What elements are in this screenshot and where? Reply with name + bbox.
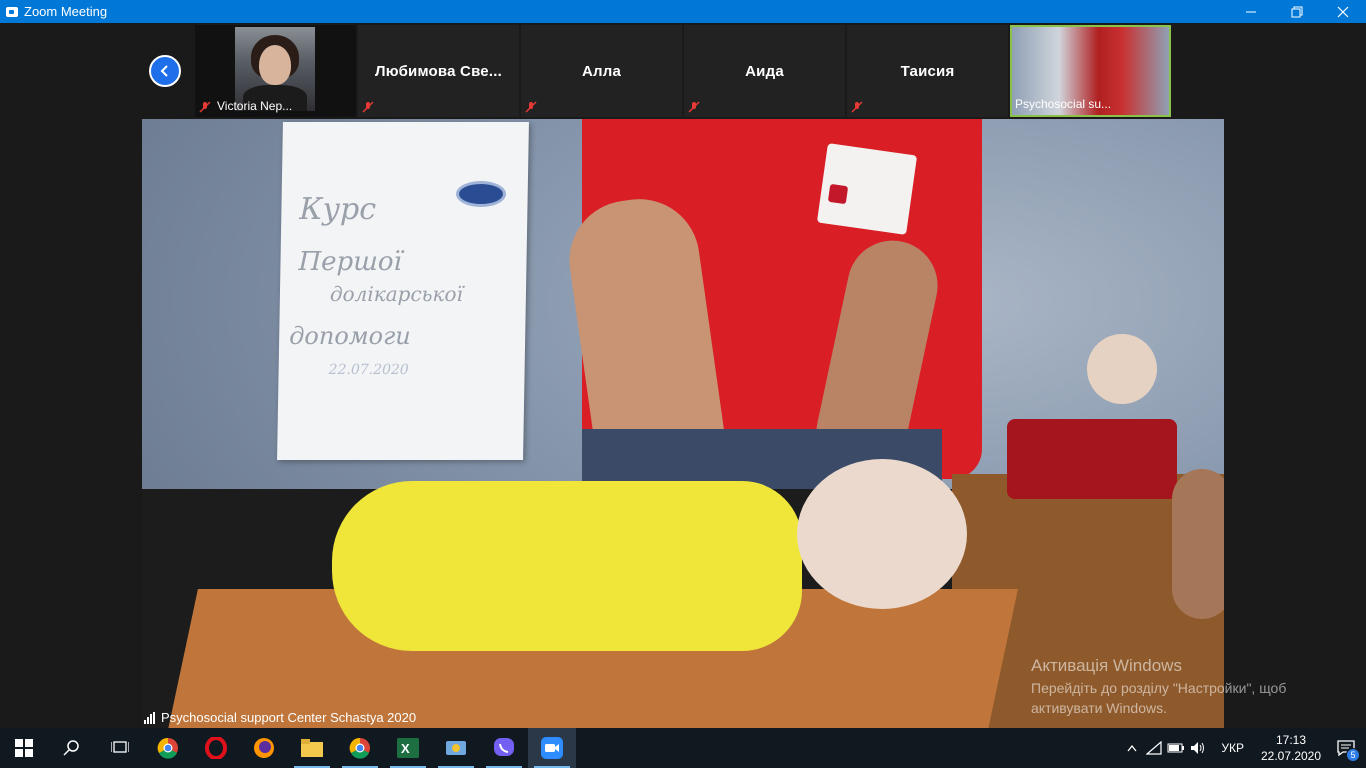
- previous-participants-button[interactable]: [149, 55, 181, 87]
- taskbar-app-excel[interactable]: X: [384, 728, 432, 768]
- muted-mic-icon: [362, 101, 374, 113]
- board-text: допомоги: [288, 322, 411, 350]
- board-text: долікарської: [329, 282, 464, 306]
- muted-mic-icon: [688, 101, 700, 113]
- muted-mic-icon: [525, 101, 537, 113]
- chevron-up-icon: [1127, 744, 1137, 752]
- participant-name: Victoria Nep...: [217, 99, 293, 113]
- participant-tile[interactable]: Любимова Све...: [358, 25, 519, 117]
- battery-button[interactable]: [1165, 728, 1187, 768]
- firefox-icon: [254, 738, 274, 758]
- task-view-button[interactable]: [96, 728, 144, 768]
- muted-mic-icon: [851, 101, 863, 113]
- volume-button[interactable]: [1187, 728, 1209, 768]
- participant-name: Любимова Све...: [375, 62, 502, 80]
- participant-strip: Victoria Nep... Любимова Све... Алла Аид…: [195, 25, 1171, 119]
- clock-date: 22.07.2020: [1260, 749, 1322, 763]
- meeting-stage: Victoria Nep... Любимова Све... Алла Аид…: [0, 23, 1366, 728]
- start-button[interactable]: [0, 728, 48, 768]
- board-text: Першої: [298, 247, 403, 277]
- zoom-app-icon: [6, 6, 18, 17]
- battery-icon: [1167, 743, 1185, 753]
- connection-signal-icon: [144, 711, 155, 724]
- taskbar-app-zoom[interactable]: [528, 728, 576, 768]
- activation-title: Активація Windows: [1031, 656, 1182, 675]
- taskbar-app-control-panel[interactable]: [432, 728, 480, 768]
- chrome-icon: [157, 737, 178, 759]
- windows-activation-watermark: Активація Windows Перейдіть до розділу "…: [1031, 656, 1286, 716]
- search-button[interactable]: [48, 728, 96, 768]
- window-title: Zoom Meeting: [24, 4, 108, 19]
- window-controls: [1228, 0, 1366, 23]
- viber-icon: [494, 738, 514, 756]
- close-icon: [1337, 6, 1349, 17]
- title-bar: Zoom Meeting: [0, 0, 1366, 23]
- clock[interactable]: 17:13 22.07.2020: [1256, 732, 1326, 764]
- active-speaker-tile[interactable]: Psychosocial su...: [1010, 25, 1171, 117]
- participant-tile[interactable]: Аида: [684, 25, 845, 117]
- participant-tile[interactable]: Таисия: [847, 25, 1008, 117]
- zoom-icon: [541, 737, 563, 759]
- minimize-button[interactable]: [1228, 0, 1274, 23]
- search-icon: [63, 740, 79, 756]
- speaker-label: Psychosocial support Center Schastya 202…: [144, 710, 416, 725]
- participant-name: Psychosocial su...: [1015, 97, 1112, 111]
- minimize-icon: [1246, 11, 1256, 12]
- infant-manikin-body: [332, 481, 802, 651]
- activation-text: Перейдіть до розділу "Настройки", щоб: [1031, 680, 1287, 696]
- participant-name: Аида: [745, 62, 784, 80]
- action-center-button[interactable]: 5: [1326, 728, 1366, 768]
- taskbar-app-chrome[interactable]: [144, 728, 192, 768]
- taskbar-app-file-explorer[interactable]: [288, 728, 336, 768]
- activation-text: активувати Windows.: [1031, 700, 1167, 716]
- control-panel-icon: [446, 741, 466, 755]
- main-speaker-video[interactable]: Курс Першої долікарської допомоги 22.07.…: [142, 119, 1224, 728]
- taskbar-app-viber[interactable]: [480, 728, 528, 768]
- taskbar-app-opera[interactable]: [192, 728, 240, 768]
- network-button[interactable]: [1143, 728, 1165, 768]
- infant-manikin-head: [797, 459, 967, 609]
- network-icon: [1146, 741, 1162, 755]
- red-first-aid-bag: [1007, 419, 1177, 499]
- notification-badge: 5: [1346, 748, 1360, 762]
- taskbar-app-firefox[interactable]: [240, 728, 288, 768]
- speaker-name: Psychosocial support Center Schastya 202…: [161, 710, 417, 725]
- participant-name: Таисия: [900, 62, 955, 80]
- muted-mic-icon: [199, 101, 211, 113]
- speaker-icon: [1191, 742, 1205, 754]
- board-text: 22.07.2020: [328, 362, 409, 378]
- clock-time: 17:13: [1275, 733, 1307, 747]
- participant-arm: [1172, 469, 1224, 619]
- participant-tile[interactable]: Victoria Nep...: [195, 25, 356, 117]
- system-tray: УКР 17:13 22.07.2020 5: [1121, 728, 1366, 768]
- show-hidden-icons-button[interactable]: [1121, 728, 1143, 768]
- svg-text:X: X: [401, 741, 410, 756]
- excel-icon: X: [397, 738, 419, 758]
- close-button[interactable]: [1320, 0, 1366, 23]
- restore-button[interactable]: [1274, 0, 1320, 23]
- participant-name: Алла: [581, 62, 622, 80]
- windows-taskbar: X УКР 17:13 22.07.2020 5: [0, 728, 1366, 768]
- chevron-left-icon: [160, 65, 168, 77]
- language-indicator[interactable]: УКР: [1209, 741, 1256, 755]
- board-text: Курс: [299, 192, 377, 227]
- chrome-icon: [349, 737, 370, 759]
- taskbar-app-chrome-profile[interactable]: [336, 728, 384, 768]
- folder-icon: [301, 739, 323, 757]
- second-manikin-head: [1087, 334, 1157, 404]
- opera-icon: [205, 737, 227, 759]
- red-cross-badge: [816, 143, 918, 235]
- flipchart-board: Курс Першої долікарської допомоги 22.07.…: [277, 122, 529, 460]
- task-view-icon: [111, 741, 129, 753]
- restore-icon: [1291, 6, 1303, 17]
- participant-tile[interactable]: Алла: [521, 25, 682, 117]
- windows-logo-icon: [15, 739, 33, 757]
- tape-roll: [456, 181, 506, 207]
